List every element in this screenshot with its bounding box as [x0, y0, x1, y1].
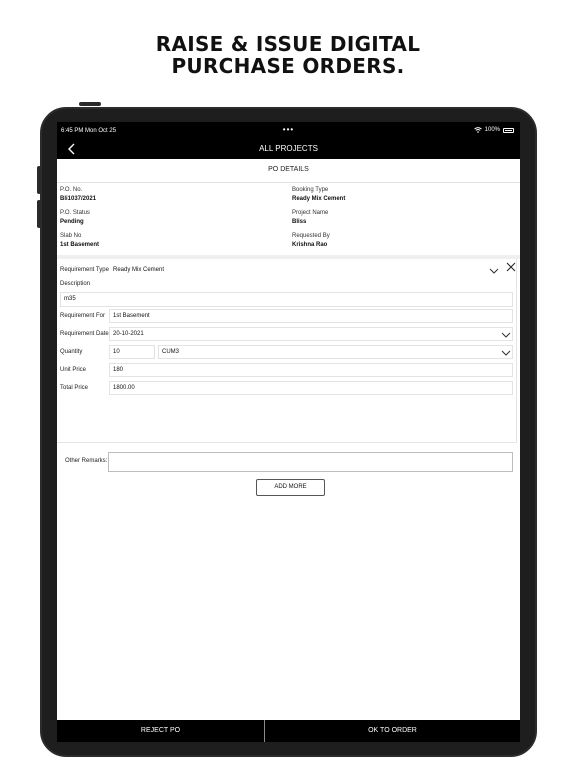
requirement-for-label: Requirement For	[60, 313, 106, 319]
requested-by-label: Requested By	[292, 233, 330, 239]
po-no-value: Bli1037/2021	[60, 196, 97, 202]
quantity-field[interactable]: 10	[109, 345, 155, 359]
po-details: P.O. No. Bli1037/2021 Booking Type Ready…	[57, 184, 520, 254]
close-icon[interactable]	[505, 261, 517, 273]
slab-no: Slab No 1st Basement	[60, 232, 99, 250]
chevron-down-icon[interactable]	[489, 267, 499, 275]
tablet-top-button	[79, 102, 101, 106]
headline-line-1: RAISE & ISSUE DIGITAL	[155, 32, 421, 56]
quantity-label: Quantity	[60, 349, 83, 355]
slab-no-value: 1st Basement	[60, 242, 100, 248]
requirement-type-label: Requirement Type	[60, 267, 109, 273]
other-remarks-label: Other Remarks:	[65, 458, 108, 464]
nav-title: ALL PROJECTS	[259, 144, 318, 153]
description-field[interactable]: m35	[60, 292, 513, 307]
booking-type: Booking Type Ready Mix Cement	[292, 186, 345, 204]
unit-select[interactable]: CUM3	[158, 345, 513, 359]
total-price-label: Total Price	[60, 385, 89, 391]
tablet-side-button	[37, 166, 41, 194]
multitask-dots[interactable]: •••	[57, 125, 520, 134]
po-status-value: Pending	[60, 219, 84, 225]
requirement-date-label: Requirement Date	[60, 331, 109, 337]
po-status-label: P.O. Status	[60, 210, 90, 216]
project-name-label: Project Name	[292, 210, 329, 216]
ok-to-order-button[interactable]: OK TO ORDER	[265, 720, 520, 742]
headline: RAISE & ISSUE DIGITAL PURCHASE ORDERS.	[0, 33, 576, 77]
po-no-label: P.O. No.	[60, 187, 83, 193]
add-more-button[interactable]: ADD MORE	[256, 479, 325, 496]
unit-price-label: Unit Price	[60, 367, 87, 373]
po-no: P.O. No. Bli1037/2021	[60, 186, 96, 204]
slab-no-label: Slab No	[60, 233, 82, 239]
unit-price-field[interactable]: 180	[109, 363, 513, 377]
chevron-down-icon[interactable]	[501, 349, 511, 357]
bottom-action-bar: REJECT PO OK TO ORDER	[57, 720, 520, 742]
project-name: Project Name Bliss	[292, 209, 328, 227]
po-status: P.O. Status Pending	[60, 209, 90, 227]
booking-type-value: Ready Mix Cement	[292, 196, 346, 202]
booking-type-label: Booking Type	[292, 187, 329, 193]
requirement-type-select[interactable]: Ready Mix Cement	[109, 263, 501, 277]
requirement-date-field[interactable]: 20-10-2021	[109, 327, 513, 341]
requirement-for-field[interactable]: 1st Basement	[109, 309, 513, 323]
battery-percent: 100%	[484, 127, 500, 133]
total-price-field[interactable]: 1800.00	[109, 381, 513, 395]
app-screen: 6:45 PM Mon Oct 25 ••• 100% ALL PROJECTS…	[57, 122, 520, 742]
requested-by-value: Krishna Rao	[292, 242, 328, 248]
headline-line-2: PURCHASE ORDERS.	[171, 54, 405, 78]
description-label: Description	[60, 281, 91, 287]
requested-by: Requested By Krishna Rao	[292, 232, 330, 250]
nav-bar: ALL PROJECTS	[57, 139, 520, 159]
status-battery: 100%	[473, 127, 514, 133]
project-name-value: Bliss	[292, 219, 307, 225]
reject-po-button[interactable]: REJECT PO	[57, 720, 264, 742]
status-bar: 6:45 PM Mon Oct 25 ••• 100%	[57, 122, 520, 139]
chevron-down-icon[interactable]	[501, 331, 511, 339]
section-title: PO DETAILS	[57, 159, 520, 183]
battery-icon	[503, 127, 514, 133]
tablet-side-button	[37, 200, 41, 228]
other-remarks-field[interactable]	[108, 452, 513, 472]
wifi-icon	[473, 127, 482, 133]
